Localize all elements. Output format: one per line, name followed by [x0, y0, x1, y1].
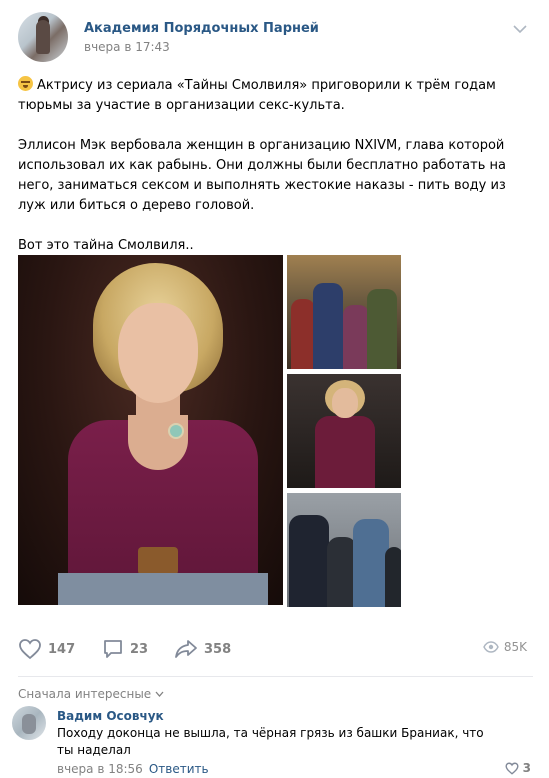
views-count: 85K [503, 640, 527, 654]
comments-sort-label: Сначала интересные [18, 687, 152, 701]
views-counter: 85K [483, 640, 527, 654]
comment-meta: вчера в 18:56 Ответить [57, 762, 209, 776]
post-photo-main[interactable] [18, 255, 283, 605]
eye-icon [483, 641, 499, 653]
post-text: Актрису из сериала «Тайны Смолвиля» приг… [18, 76, 533, 256]
heart-icon [19, 639, 41, 660]
share-button[interactable]: 358 [174, 638, 231, 660]
group-avatar[interactable] [18, 12, 68, 62]
post-paragraph-1: Актрису из сериала «Тайны Смолвиля» приг… [18, 76, 496, 113]
comment-icon [104, 640, 122, 658]
like-button[interactable]: 147 [18, 638, 75, 660]
post-photo-thumb-1[interactable] [287, 255, 401, 369]
comment-like-button[interactable]: 3 [505, 761, 531, 775]
post-header: Академия Порядочных Парней вчера в 17:43 [18, 12, 533, 64]
post-paragraph-2: Эллисон Мэк вербовала женщин в организац… [18, 138, 506, 213]
chevron-down-icon [155, 691, 164, 697]
group-name-link[interactable]: Академия Порядочных Парней [84, 21, 319, 36]
chevron-down-icon[interactable] [513, 24, 527, 34]
post-actions-bar: 147 23 358 85K [18, 638, 533, 660]
post-time-link[interactable]: вчера в 17:43 [84, 40, 170, 54]
comment-author-avatar[interactable] [12, 706, 46, 740]
divider [18, 676, 533, 677]
heart-icon [505, 762, 519, 775]
like-count: 147 [48, 641, 76, 657]
comment-count: 23 [130, 641, 149, 657]
share-count: 358 [204, 641, 232, 657]
comment-text: Походу доконца не вышла, та чёрная грязь… [57, 726, 484, 757]
grinning-face-emoji-icon [18, 76, 33, 91]
comment-reply-button[interactable]: Ответить [149, 762, 209, 776]
comment-button[interactable]: 23 [102, 638, 148, 660]
post-photo-thumb-2[interactable] [287, 374, 401, 488]
post-paragraph-3: Вот это тайна Смолвиля.. [18, 238, 194, 253]
comments-sort-dropdown[interactable]: Сначала интересные [18, 687, 164, 701]
post-photo-thumb-3[interactable] [287, 493, 401, 607]
share-arrow-icon [175, 640, 197, 658]
comment-author-link[interactable]: Вадим Осовчук [57, 709, 164, 723]
comment-time[interactable]: вчера в 18:56 [57, 762, 143, 776]
comment-like-count: 3 [522, 761, 531, 775]
